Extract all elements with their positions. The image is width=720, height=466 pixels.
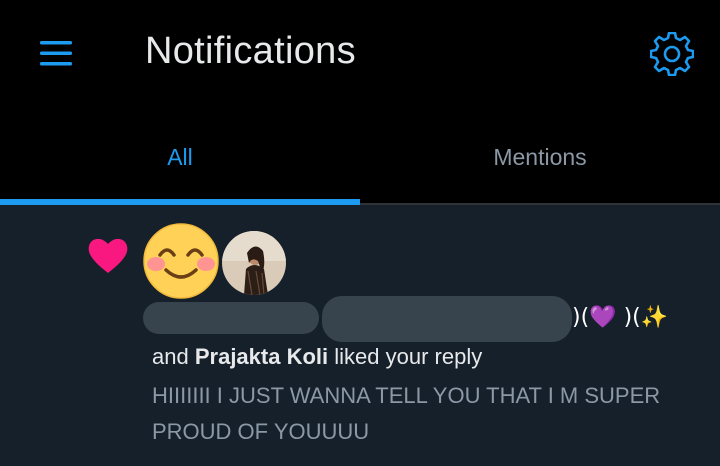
notification-text: and Prajakta Koli liked your reply — [152, 344, 482, 370]
tab-mentions[interactable]: Mentions — [360, 110, 720, 205]
hamburger-menu-icon[interactable] — [38, 38, 74, 68]
smiling-face-emoji-avatar[interactable] — [142, 222, 220, 300]
user-name-link[interactable]: Prajakta Koli — [195, 344, 328, 369]
redacted-username — [143, 302, 319, 334]
page-title: Notifications — [145, 30, 356, 72]
quoted-reply-text: HIIIIIII I JUST WANNA TELL YOU THAT I M … — [152, 383, 661, 444]
profile-photo-avatar[interactable] — [222, 231, 286, 295]
tab-all[interactable]: All — [0, 110, 360, 205]
notification-tabs: All Mentions — [0, 110, 720, 205]
top-app-bar: Notifications — [0, 0, 720, 110]
purple-heart-icon: 💜 — [589, 305, 617, 330]
notification-item[interactable]: )(💜 )(✨ and Prajakta Koli liked your rep… — [0, 205, 720, 466]
display-name-emoji-suffix: )(💜 )(✨ — [572, 305, 668, 330]
notification-prefix: and — [152, 344, 189, 369]
gear-icon[interactable] — [649, 31, 695, 77]
notification-action: liked your reply — [334, 344, 483, 369]
redacted-username — [322, 296, 572, 342]
name-glyph: )( — [623, 305, 641, 330]
name-glyph: )( — [572, 305, 590, 330]
heart-icon — [86, 233, 130, 277]
notification-feed: )(💜 )(✨ and Prajakta Koli liked your rep… — [0, 205, 720, 466]
sparkles-icon: ✨ — [640, 305, 669, 330]
